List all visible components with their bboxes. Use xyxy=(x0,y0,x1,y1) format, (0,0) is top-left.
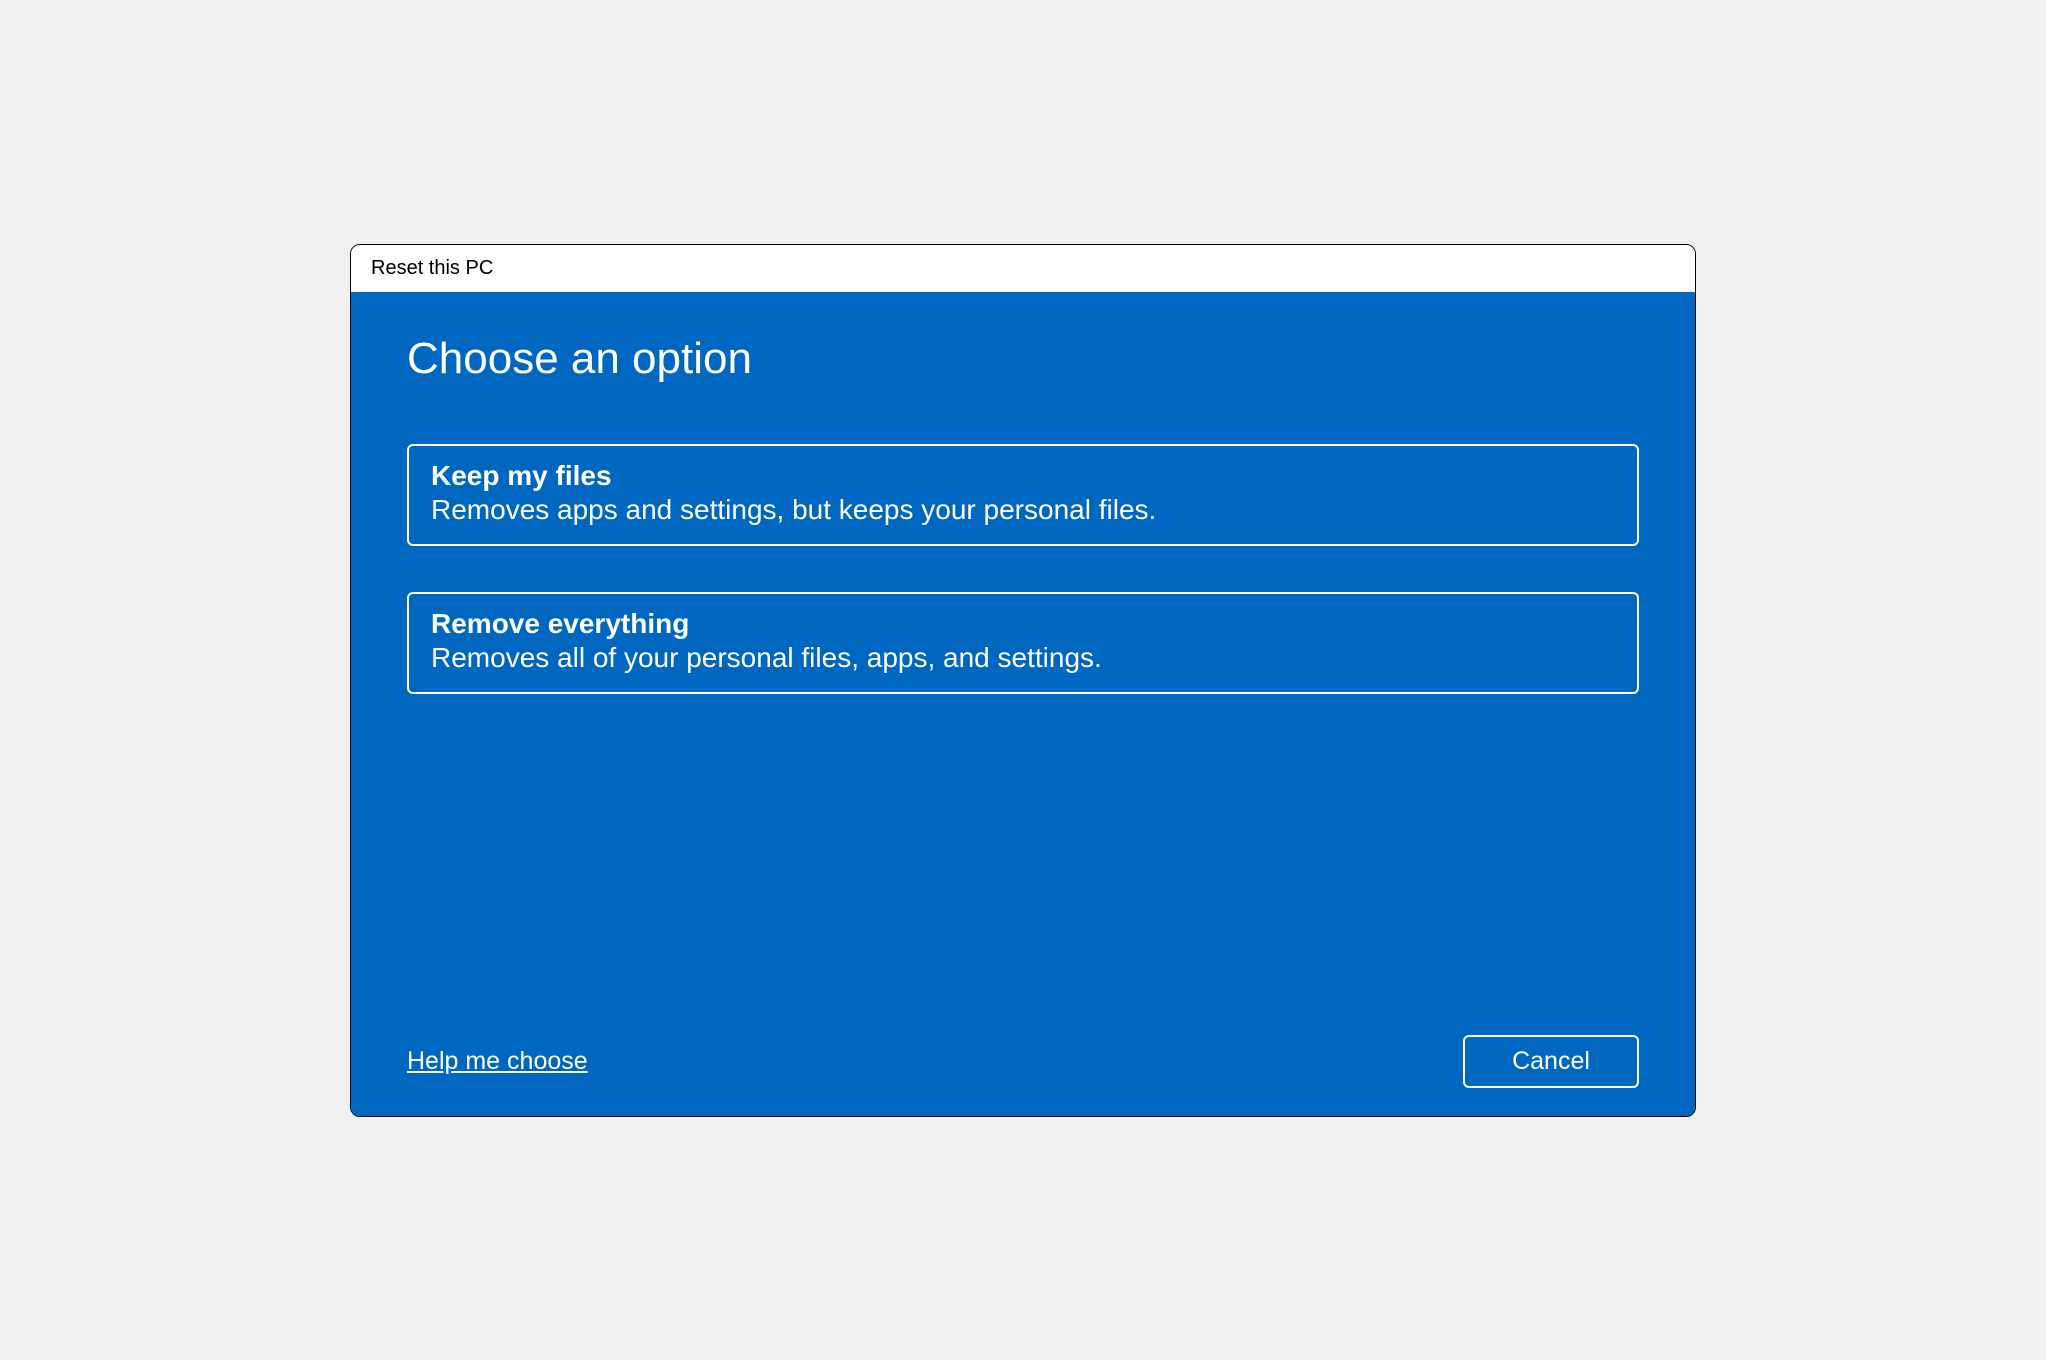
option-remove-everything[interactable]: Remove everything Removes all of your pe… xyxy=(407,592,1639,694)
dialog-footer: Help me choose Cancel xyxy=(407,1035,1639,1088)
reset-pc-dialog: Reset this PC Choose an option Keep my f… xyxy=(350,244,1696,1117)
help-me-choose-link[interactable]: Help me choose xyxy=(407,1047,588,1076)
page-heading: Choose an option xyxy=(407,334,1639,384)
option-description: Removes all of your personal files, apps… xyxy=(431,642,1615,674)
window-title-bar: Reset this PC xyxy=(351,245,1695,292)
window-title: Reset this PC xyxy=(371,257,493,279)
options-container: Keep my files Removes apps and settings,… xyxy=(407,444,1639,694)
option-keep-my-files[interactable]: Keep my files Removes apps and settings,… xyxy=(407,444,1639,546)
dialog-content: Choose an option Keep my files Removes a… xyxy=(351,292,1695,1116)
option-description: Removes apps and settings, but keeps you… xyxy=(431,494,1615,526)
option-title: Keep my files xyxy=(431,460,1615,492)
cancel-button[interactable]: Cancel xyxy=(1463,1035,1639,1088)
option-title: Remove everything xyxy=(431,608,1615,640)
